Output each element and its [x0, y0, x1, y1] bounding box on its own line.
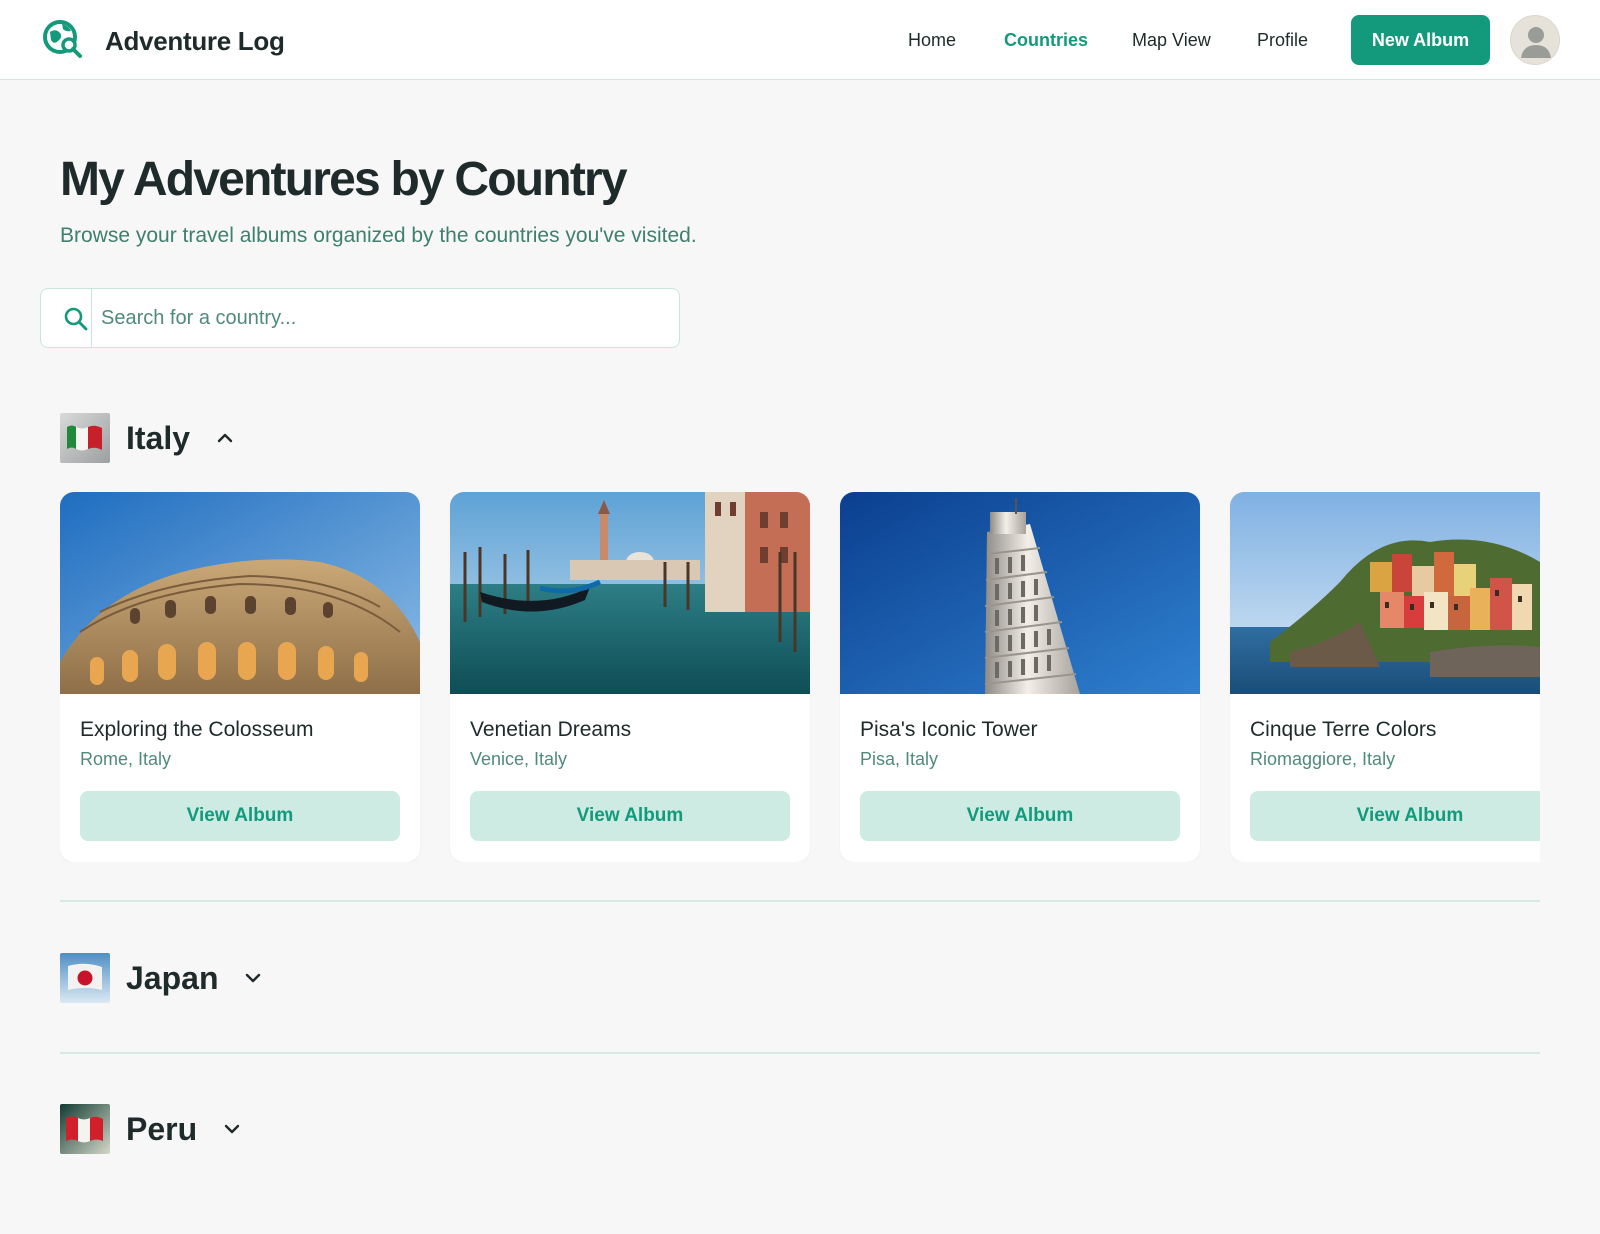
search-divider [91, 289, 92, 347]
nav-link-countries[interactable]: Countries [1004, 30, 1088, 51]
italy-flag-icon [60, 413, 110, 463]
album-location: Venice, Italy [470, 749, 568, 769]
colosseum-photo[interactable] [60, 492, 420, 694]
user-avatar-icon[interactable] [1510, 15, 1560, 65]
country-header-peru[interactable]: Peru [60, 1104, 241, 1154]
cinque-terre-photo[interactable] [1230, 492, 1540, 694]
album-title: Exploring the Colosseum [80, 718, 314, 741]
chevron-down-icon[interactable] [223, 1120, 241, 1138]
country-name: Peru [126, 1110, 198, 1147]
section-divider [60, 900, 1540, 902]
album-card: Cinque Terre Colors Riomaggiore, Italy V… [1230, 492, 1540, 862]
globe-search-icon[interactable] [42, 18, 84, 60]
view-album-button[interactable]: View Album [80, 791, 400, 841]
album-card-row: Exploring the Colosseum Rome, Italy View… [60, 492, 1540, 862]
album-location: Riomaggiore, Italy [1250, 749, 1396, 769]
country-name: Italy [126, 419, 191, 456]
view-album-button[interactable]: View Album [860, 791, 1180, 841]
new-album-button[interactable]: New Album [1351, 15, 1490, 65]
chevron-up-icon[interactable] [216, 429, 234, 447]
venice-canal-photo[interactable] [450, 492, 810, 694]
album-location: Pisa, Italy [860, 749, 939, 769]
page-subtitle: Browse your travel albums organized by t… [60, 224, 697, 247]
nav-link-map-view[interactable]: Map View [1132, 30, 1211, 51]
country-header-japan[interactable]: Japan [60, 953, 262, 1003]
nav-link-home[interactable]: Home [908, 30, 956, 51]
view-album-button[interactable]: View Album [470, 791, 790, 841]
pisa-tower-photo[interactable] [840, 492, 1200, 694]
album-card: Exploring the Colosseum Rome, Italy View… [60, 492, 420, 862]
page-title: My Adventures by Country [60, 153, 628, 206]
chevron-down-icon[interactable] [244, 969, 262, 987]
brand-name[interactable]: Adventure Log [105, 26, 285, 57]
search-input[interactable] [101, 299, 661, 337]
country-search-box [40, 288, 680, 348]
album-card: Pisa's Iconic Tower Pisa, Italy View Alb… [840, 492, 1200, 862]
japan-flag-icon [60, 953, 110, 1003]
country-header-italy[interactable]: Italy [60, 413, 234, 463]
view-album-button[interactable]: View Album [1250, 791, 1540, 841]
section-divider [60, 1052, 1540, 1054]
album-card: Venetian Dreams Venice, Italy View Album [450, 492, 810, 862]
peru-flag-icon [60, 1104, 110, 1154]
album-title: Venetian Dreams [470, 718, 632, 741]
album-location: Rome, Italy [80, 749, 172, 769]
search-icon [64, 307, 88, 331]
album-title: Cinque Terre Colors [1250, 718, 1437, 741]
nav-link-profile[interactable]: Profile [1257, 30, 1308, 51]
top-nav: Adventure Log Home Countries Map View Pr… [0, 0, 1600, 80]
album-title: Pisa's Iconic Tower [860, 718, 1038, 741]
country-name: Japan [126, 959, 219, 996]
